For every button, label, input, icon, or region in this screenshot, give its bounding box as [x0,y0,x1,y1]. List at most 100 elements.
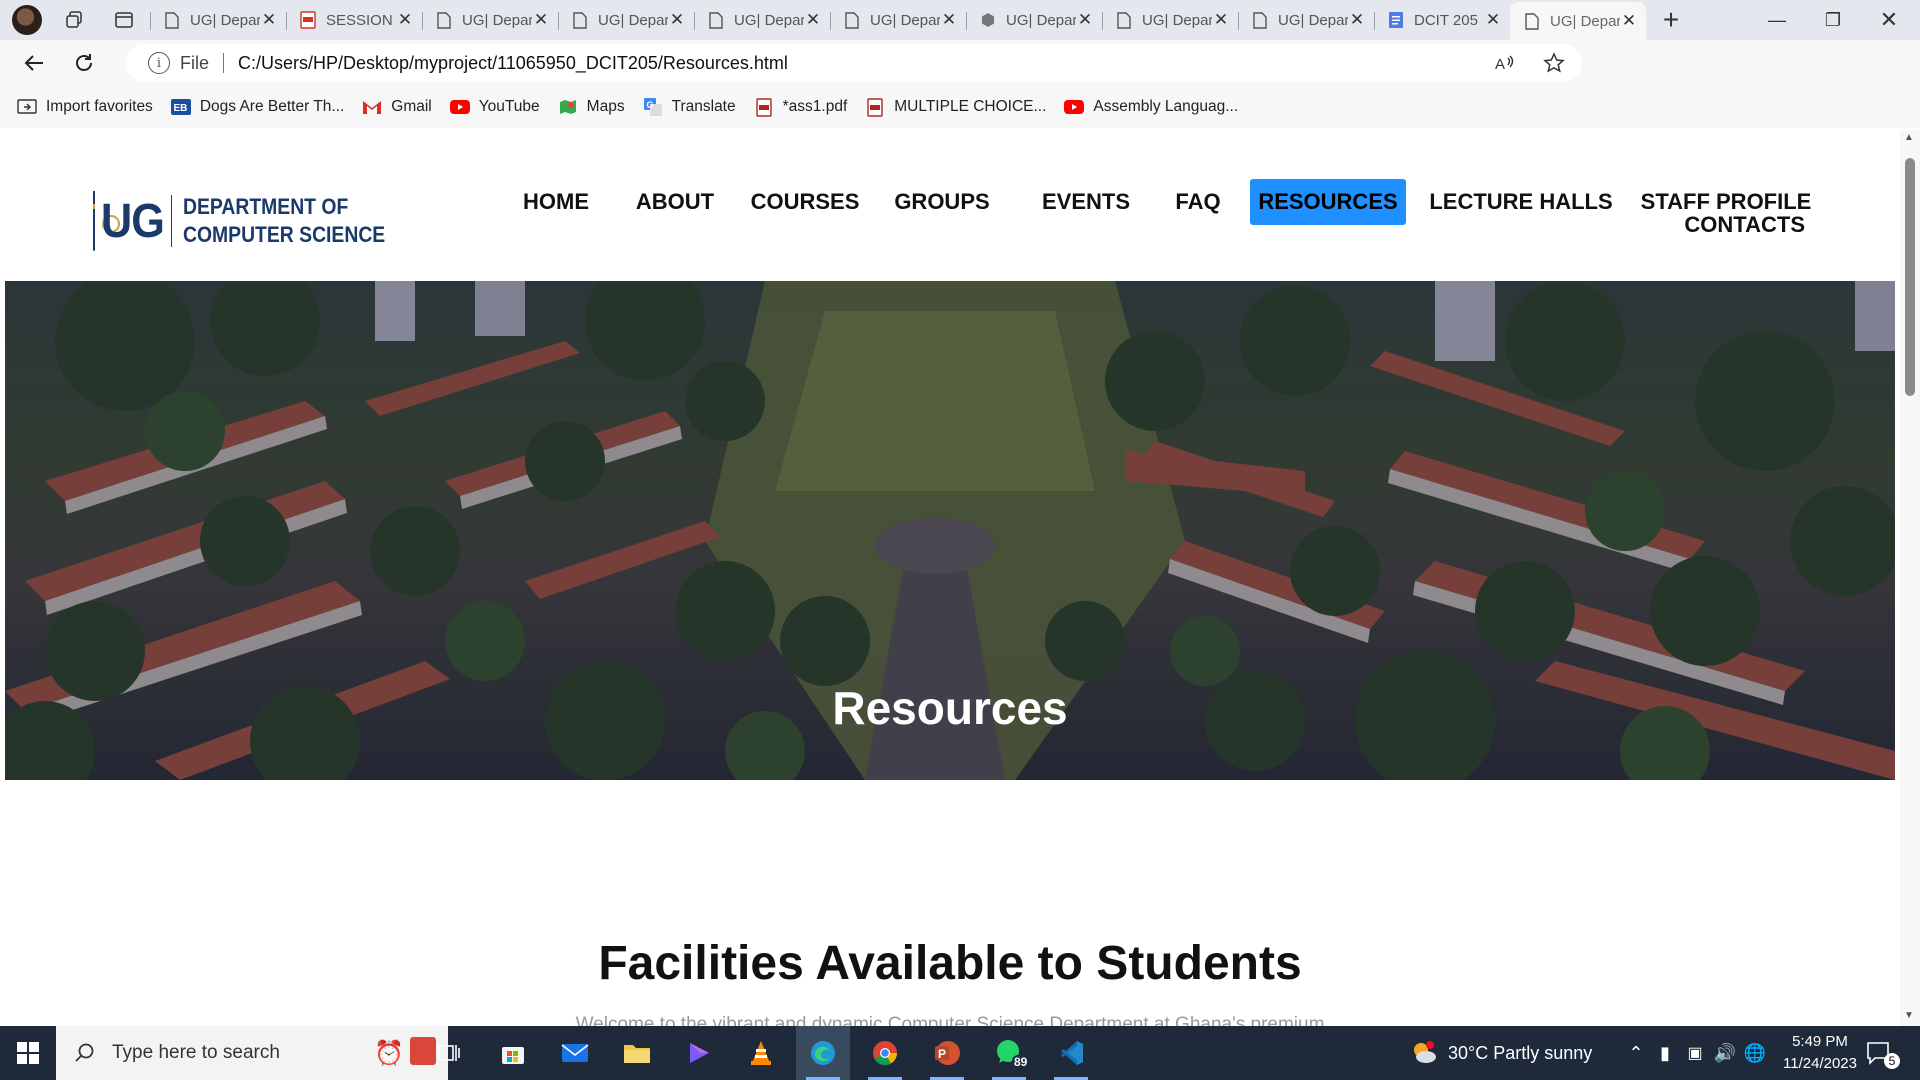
tab[interactable]: UG| Department of Computer Science✕ [558,3,694,37]
clock-date: 11/24/2023 [1783,1055,1857,1072]
tab[interactable]: UG| Department of Computer Science✕ [1238,3,1374,37]
tab[interactable]: UG| Department of Computer Science✕ [830,3,966,37]
file-explorer-icon[interactable] [610,1026,664,1080]
nav-resources[interactable]: RESOURCES [1250,179,1406,225]
whatsapp-icon[interactable]: 89 [982,1026,1036,1080]
notifications-button[interactable]: 5 [1866,1026,1908,1080]
tab[interactable]: UG| Department of Computer Science✕ [966,3,1102,37]
tab[interactable]: UG| Department of Computer Science✕ [422,3,558,37]
section-intro: Welcome to the vibrant and dynamic Compu… [575,1014,1325,1026]
taskbar-search[interactable]: Type here to search ⏰ [56,1026,448,1080]
nav-events[interactable]: EVENTS [1041,179,1131,225]
favorite-label: Import favorites [46,98,153,115]
favorite-star-icon[interactable] [1542,51,1566,75]
page-scrollbar[interactable]: ▲ ▼ [1900,130,1920,1026]
nav-home[interactable]: HOME [512,179,600,225]
favorite-gmail[interactable]: Gmail [353,92,440,122]
scroll-down-icon[interactable]: ▼ [1904,1010,1914,1021]
favorite-label: Gmail [391,98,432,115]
nav-lecture-halls[interactable]: LECTURE HALLS [1429,179,1612,225]
favorite-dogs-are-better-th[interactable]: EB Dogs Are Better Th... [162,92,353,122]
translate-icon: G [643,97,663,117]
tab-close-icon[interactable]: ✕ [804,10,822,30]
nav-contacts[interactable]: CONTACTS [1677,210,1805,240]
tab-title: UG| Department of Computer Science [734,11,804,29]
tab[interactable]: SESSION ✕ [286,3,422,37]
page-icon [572,11,588,29]
info-icon[interactable]: i [148,52,170,74]
tab-close-icon[interactable]: ✕ [1620,11,1638,31]
close-window-button[interactable]: ✕ [1864,0,1914,40]
tab-close-icon[interactable]: ✕ [260,10,278,30]
tab[interactable]: UG| Department of Computer Science✕ [150,3,286,37]
nav-courses[interactable]: COURSES [751,179,860,225]
svg-text:EB: EB [173,103,187,114]
vlc-icon[interactable] [734,1026,788,1080]
favorite-maps[interactable]: Maps [549,92,634,122]
workspaces-button[interactable] [56,4,92,36]
tab-close-icon[interactable]: ✕ [1348,10,1366,30]
refresh-button[interactable] [64,43,104,83]
start-button[interactable] [0,1026,56,1080]
volume-icon[interactable]: 🔊 [1712,1043,1738,1064]
edge-taskbar-icon[interactable] [796,1026,850,1080]
favorite-label: Maps [586,98,625,115]
tab[interactable]: UG| Department of Computer Science✕ [1102,3,1238,37]
nav-faq[interactable]: FAQ [1170,179,1226,225]
page-icon [1252,11,1268,29]
restore-button[interactable]: ❐ [1808,0,1858,40]
site-logo[interactable]: UG DEPARTMENT OF COMPUTER SCIENCE [93,188,413,254]
tab-title: UG| Department of Computer Science [870,11,940,29]
favorite-multiple-choice[interactable]: MULTIPLE CHOICE... [856,92,1055,122]
nav-about[interactable]: ABOUT [630,179,720,225]
hero-title: Resources [832,682,1068,734]
tab-close-icon[interactable]: ✕ [1484,10,1502,30]
weather-widget[interactable]: 30°C Partly sunny [1410,1026,1592,1080]
chevron-up-icon[interactable]: ⌃ [1624,1043,1648,1064]
page-icon [436,11,452,29]
back-button[interactable] [14,43,54,83]
tab[interactable]: DCIT 205 ✕ [1374,3,1510,37]
mail-icon[interactable] [548,1026,602,1080]
task-view-button[interactable] [422,1026,476,1080]
tab-close-icon[interactable]: ✕ [532,10,550,30]
alarm-clock-icon[interactable]: ⏰ [374,1039,404,1068]
chrome-icon[interactable] [858,1026,912,1080]
import-icon [17,97,37,117]
powerpoint-icon[interactable]: P [920,1026,974,1080]
minimize-button[interactable]: — [1752,0,1802,40]
doc-icon [1388,11,1404,29]
system-tray: ⌃ ▮ ▣ 🔊 🌐 [1624,1026,1768,1080]
nav-groups[interactable]: GROUPS [892,179,992,225]
tab[interactable]: UG| Department of Computer Science✕ [694,3,830,37]
tab-actions-button[interactable] [106,4,142,36]
battery-icon[interactable]: ▮ [1652,1043,1678,1064]
microsoft-store-icon[interactable] [486,1026,540,1080]
media-player-icon[interactable] [672,1026,726,1080]
scrollbar-thumb[interactable] [1905,158,1915,396]
favorite-assembly-languag[interactable]: Assembly Languag... [1055,92,1247,122]
tab-close-icon[interactable]: ✕ [1076,10,1094,30]
vscode-icon[interactable] [1044,1026,1098,1080]
tab-title: UG| Department of Computer Science [1550,12,1620,30]
whatsapp-badge: 89 [1012,1055,1030,1069]
scroll-up-icon[interactable]: ▲ [1904,132,1914,143]
tab-close-icon[interactable]: ✕ [1212,10,1230,30]
favorite-translate[interactable]: G Translate [634,92,745,122]
tab-close-icon[interactable]: ✕ [940,10,958,30]
profile-avatar[interactable] [12,5,42,35]
favorite-import-favorites[interactable]: Import favorites [8,92,162,122]
read-aloud-icon[interactable]: A [1492,51,1516,75]
favorite-youtube[interactable]: YouTube [441,92,549,122]
cube-icon [980,11,996,29]
url-text[interactable]: C:/Users/HP/Desktop/myproject/11065950_D… [238,53,788,74]
maps-icon [558,97,578,117]
tab-active[interactable]: UG| Department of Computer Science✕ [1510,2,1646,40]
address-bar[interactable]: i File C:/Users/HP/Desktop/myproject/110… [126,44,1582,82]
favorite-ass1-pdf[interactable]: *ass1.pdf [745,92,857,122]
tab-close-icon[interactable]: ✕ [396,10,414,30]
tab-close-icon[interactable]: ✕ [668,10,686,30]
meet-now-icon[interactable]: ▣ [1682,1043,1708,1063]
new-tab-button[interactable]: + [1654,3,1688,37]
system-clock[interactable]: 5:49 PM 11/24/2023 [1760,1031,1880,1075]
